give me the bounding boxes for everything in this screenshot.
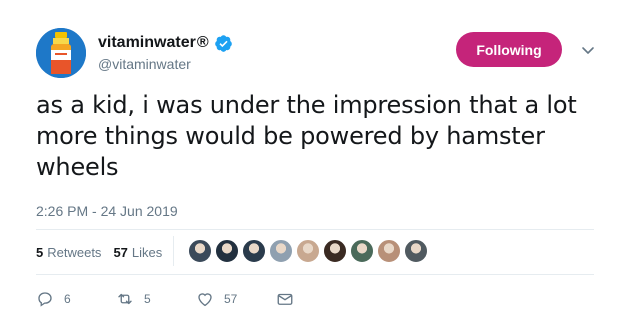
divider	[36, 229, 594, 230]
tweet-actions: 6 5 57	[36, 290, 294, 308]
user-handle[interactable]: @vitaminwater	[98, 56, 191, 72]
vitaminwater-bottle-logo-icon	[36, 28, 86, 78]
like-count: 57	[224, 292, 238, 306]
display-name[interactable]: vitaminwater	[98, 34, 196, 52]
retweet-icon	[118, 293, 132, 305]
liker-avatar[interactable]	[295, 238, 321, 264]
reply-button[interactable]: 6	[36, 290, 116, 308]
retweets-stat[interactable]: 5 Retweets	[36, 245, 101, 260]
tweet-stats: 5 Retweets 57 Likes	[36, 242, 174, 262]
liker-avatar[interactable]	[322, 238, 348, 264]
avatar[interactable]	[36, 28, 86, 78]
liker-avatar[interactable]	[403, 238, 429, 264]
liker-avatar[interactable]	[241, 238, 267, 264]
tweet-card: vitaminwater ® @vitaminwater Following a…	[0, 0, 631, 325]
tweet-timestamp[interactable]: 2:26 PM - 24 Jun 2019	[36, 203, 178, 219]
heart-icon	[198, 293, 212, 307]
envelope-icon	[277, 293, 293, 305]
retweet-button[interactable]: 5	[116, 290, 196, 308]
liker-avatar[interactable]	[349, 238, 375, 264]
reply-icon	[38, 292, 52, 307]
like-button[interactable]: 57	[196, 290, 276, 308]
chevron-down-icon[interactable]	[580, 42, 596, 58]
liker-avatar[interactable]	[187, 238, 213, 264]
liker-avatar[interactable]	[268, 238, 294, 264]
tweet-text: as a kid, i was under the impression tha…	[36, 91, 577, 181]
likes-stat[interactable]: 57 Likes	[113, 245, 162, 260]
registered-mark: ®	[196, 34, 209, 51]
retweets-label: Retweets	[47, 244, 102, 260]
retweets-count: 5	[36, 244, 44, 260]
reply-count: 6	[64, 292, 71, 306]
following-button[interactable]: Following	[456, 32, 562, 67]
liker-avatars	[187, 238, 430, 264]
retweet-count: 5	[144, 292, 151, 306]
divider	[36, 274, 594, 275]
stats-separator	[173, 236, 174, 266]
verified-badge-icon	[214, 34, 232, 52]
direct-message-button[interactable]	[276, 290, 294, 308]
liker-avatar[interactable]	[214, 238, 240, 264]
likes-count: 57	[113, 244, 128, 260]
liker-avatar[interactable]	[376, 238, 402, 264]
name-row: vitaminwater ®	[98, 33, 233, 53]
likes-label: Likes	[131, 244, 163, 260]
